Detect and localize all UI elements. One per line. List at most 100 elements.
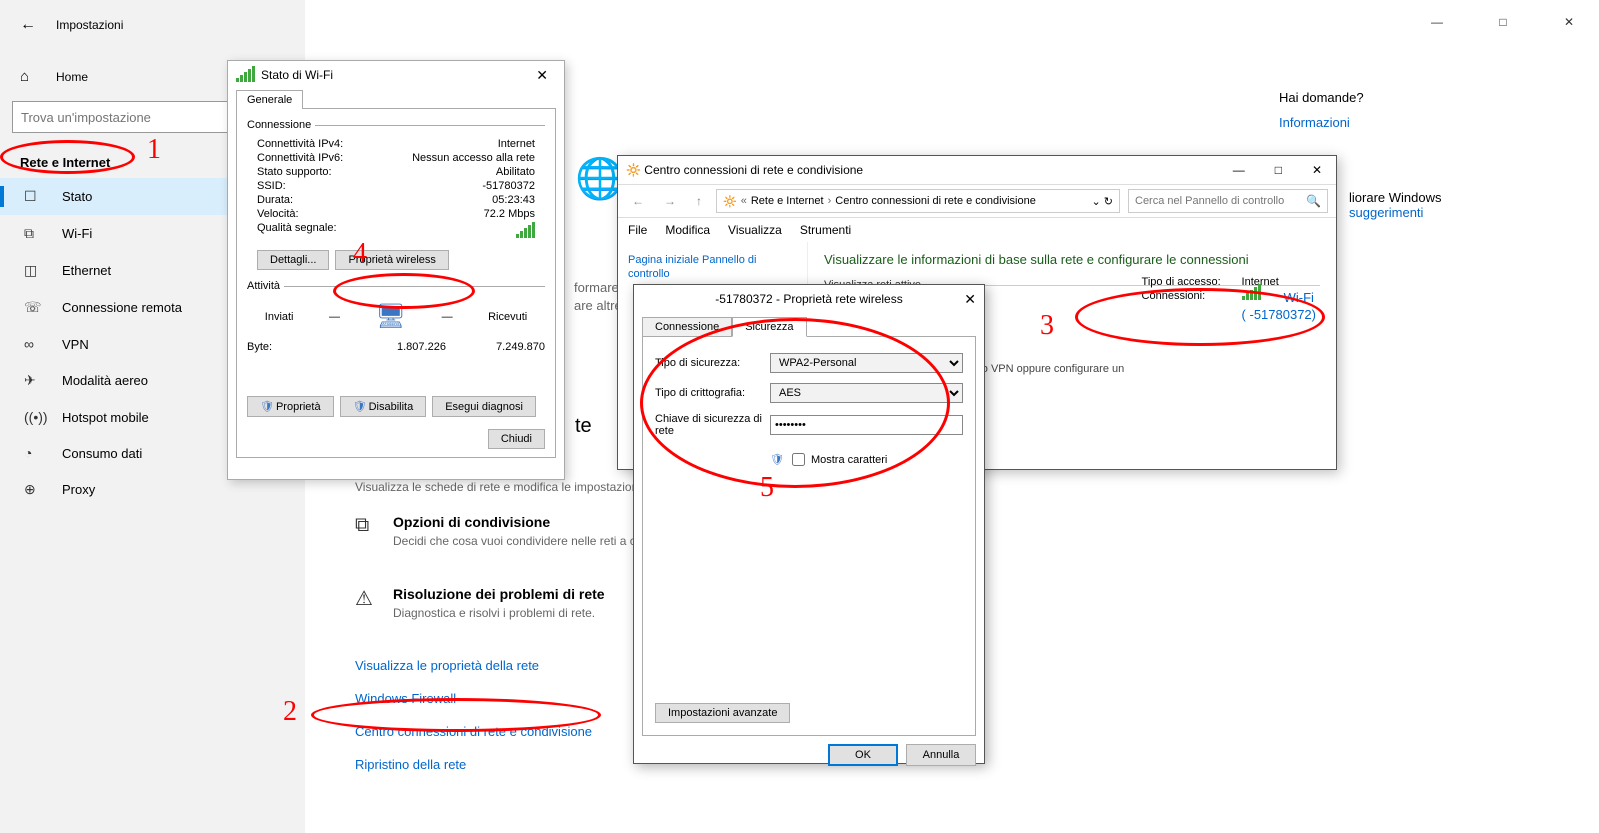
maximize-button[interactable]: □	[1269, 161, 1288, 179]
settings-title: Impostazioni	[56, 18, 123, 32]
wifi-link[interactable]: Wi-Fi	[1284, 290, 1314, 305]
arrow-icon: —	[329, 311, 340, 323]
improve-text: liorare Windows	[1349, 190, 1539, 205]
nav-label: Consumo dati	[62, 446, 142, 461]
ok-button[interactable]: OK	[828, 744, 898, 766]
minimize-button[interactable]: —	[1227, 161, 1251, 179]
text-fragment: are altre	[574, 298, 622, 313]
nav-up[interactable]: ↑	[690, 192, 708, 210]
value-ipv6: Nessun accesso alla rete	[412, 152, 535, 164]
wireless-props-dialog: -51780372 - Proprietà rete wireless ✕ Co…	[633, 284, 985, 764]
back-arrow[interactable]: ←	[20, 16, 36, 34]
menu-modifica[interactable]: Modifica	[665, 223, 710, 237]
breadcrumb-icon: 🔆	[723, 195, 737, 208]
sharing-sub: Decidi che cosa vuoi condividere nelle r…	[393, 534, 664, 548]
close-button[interactable]: ✕	[1549, 8, 1589, 36]
value-speed: 72.2 Mbps	[484, 208, 535, 220]
warning-icon: ⚠	[355, 586, 379, 611]
menu-visualizza[interactable]: Visualizza	[728, 223, 782, 237]
chevron-down-icon[interactable]: ⌄ ↻	[1092, 195, 1114, 208]
label-network-key: Chiave di sicurezza di rete	[655, 413, 770, 437]
suggestions-link[interactable]: suggerimenti	[1349, 205, 1423, 220]
bytes-recv: 7.249.870	[496, 341, 545, 353]
menu-strumenti[interactable]: Strumenti	[800, 223, 851, 237]
nav-fwd[interactable]: →	[658, 192, 682, 210]
signal-bars	[516, 222, 535, 241]
data-icon: ◔	[24, 445, 44, 461]
select-encryption-type[interactable]: AES	[770, 383, 963, 403]
nc-heading: Visualizzare le informazioni di base sul…	[824, 252, 1320, 267]
help-question: Hai domande?	[1279, 90, 1539, 105]
cancel-button[interactable]: Annulla	[906, 744, 976, 766]
wireless-props-button[interactable]: Proprietà wireless	[335, 250, 448, 270]
access-type-label: Tipo di accesso:	[1142, 276, 1232, 288]
nav-label: Connessione remota	[62, 300, 182, 315]
close-icon[interactable]: ✕	[528, 65, 556, 86]
breadcrumb-page[interactable]: Centro connessioni di rete e condivision…	[835, 195, 1036, 207]
nav-label: Stato	[62, 189, 92, 204]
close-icon[interactable]: ✕	[964, 291, 976, 308]
search-icon: 🔍	[1306, 194, 1321, 208]
label-ssid: SSID:	[257, 180, 377, 192]
diagnose-button[interactable]: Esegui diagnosi	[432, 396, 536, 417]
minimize-button[interactable]: —	[1417, 8, 1457, 36]
group-attivita: Attività	[247, 280, 284, 292]
signal-icon	[236, 66, 255, 85]
breadcrumb-root[interactable]: Rete e Internet	[751, 195, 824, 207]
maximize-button[interactable]: □	[1483, 8, 1523, 36]
label-encryption-type: Tipo di crittografia:	[655, 387, 770, 399]
airplane-icon: ✈	[24, 372, 44, 389]
label-support: Stato supporto:	[257, 166, 377, 178]
sharing-icon: ⧉	[355, 514, 379, 537]
properties-button[interactable]: 🛡Proprietà	[247, 396, 334, 417]
menu-file[interactable]: File	[628, 223, 647, 237]
home-label: Home	[56, 70, 88, 84]
dialup-icon: ☏	[24, 299, 44, 316]
nav-label: Wi-Fi	[62, 226, 92, 241]
shield-icon: 🛡	[260, 401, 274, 413]
control-panel-home-link[interactable]: Pagina iniziale Pannello di controllo	[628, 254, 756, 280]
troubleshoot-title: Risoluzione dei problemi di rete	[393, 586, 605, 602]
select-security-type[interactable]: WPA2-Personal	[770, 353, 963, 373]
status-icon: ☐	[24, 188, 44, 205]
checkbox-show-chars[interactable]	[792, 453, 805, 466]
label-duration: Durata:	[257, 194, 377, 206]
vpn-icon: ∞	[24, 336, 44, 352]
wifi-icon: ⧉	[24, 225, 44, 242]
group-connessione: Connessione	[247, 119, 315, 131]
tab-general[interactable]: Generale	[236, 90, 303, 109]
info-link[interactable]: Informazioni	[1279, 115, 1350, 130]
connections-label: Connessioni:	[1142, 290, 1232, 305]
arrow-icon: —	[442, 311, 453, 323]
text-fragment: te	[575, 415, 592, 438]
proxy-icon: ⊕	[24, 481, 44, 498]
close-button[interactable]: ✕	[1306, 161, 1328, 179]
label-ipv6: Connettività IPv6:	[257, 152, 377, 164]
search-box[interactable]: 🔍	[1128, 189, 1328, 213]
disable-button[interactable]: 🛡Disabilita	[340, 396, 427, 417]
value-support: Abilitato	[496, 166, 535, 178]
shield-icon: 🛡	[353, 401, 367, 413]
label-recv: Ricevuti	[488, 311, 527, 323]
dialog-title: -51780372 - Proprietà rete wireless	[715, 292, 902, 306]
home-icon: ⌂	[20, 68, 40, 85]
wifi-ssid-link[interactable]: ( -51780372)	[1242, 307, 1316, 322]
advanced-button[interactable]: Impostazioni avanzate	[655, 703, 790, 723]
tab-security[interactable]: Sicurezza	[732, 317, 806, 337]
label-sent: Inviati	[265, 311, 294, 323]
tab-connection[interactable]: Connessione	[642, 317, 732, 337]
window-title: Centro connessioni di rete e condivision…	[644, 163, 863, 177]
details-button[interactable]: Dettagli...	[257, 250, 329, 270]
shield-icon: 🛡	[770, 453, 784, 466]
close-button[interactable]: Chiudi	[488, 429, 545, 449]
nav-label: Modalità aereo	[62, 373, 148, 388]
hotspot-icon: ((•))	[24, 409, 44, 425]
search-field[interactable]	[1135, 195, 1306, 207]
nav-back[interactable]: ←	[626, 192, 650, 210]
wifi-signal-icon	[1242, 290, 1261, 305]
sharing-title: Opzioni di condivisione	[393, 514, 664, 530]
breadcrumb[interactable]: 🔆 « Rete e Internet › Centro connessioni…	[716, 189, 1120, 213]
text-fragment: formare	[574, 280, 619, 295]
input-network-key[interactable]	[770, 415, 963, 435]
label-ipv4: Connettività IPv4:	[257, 138, 377, 150]
